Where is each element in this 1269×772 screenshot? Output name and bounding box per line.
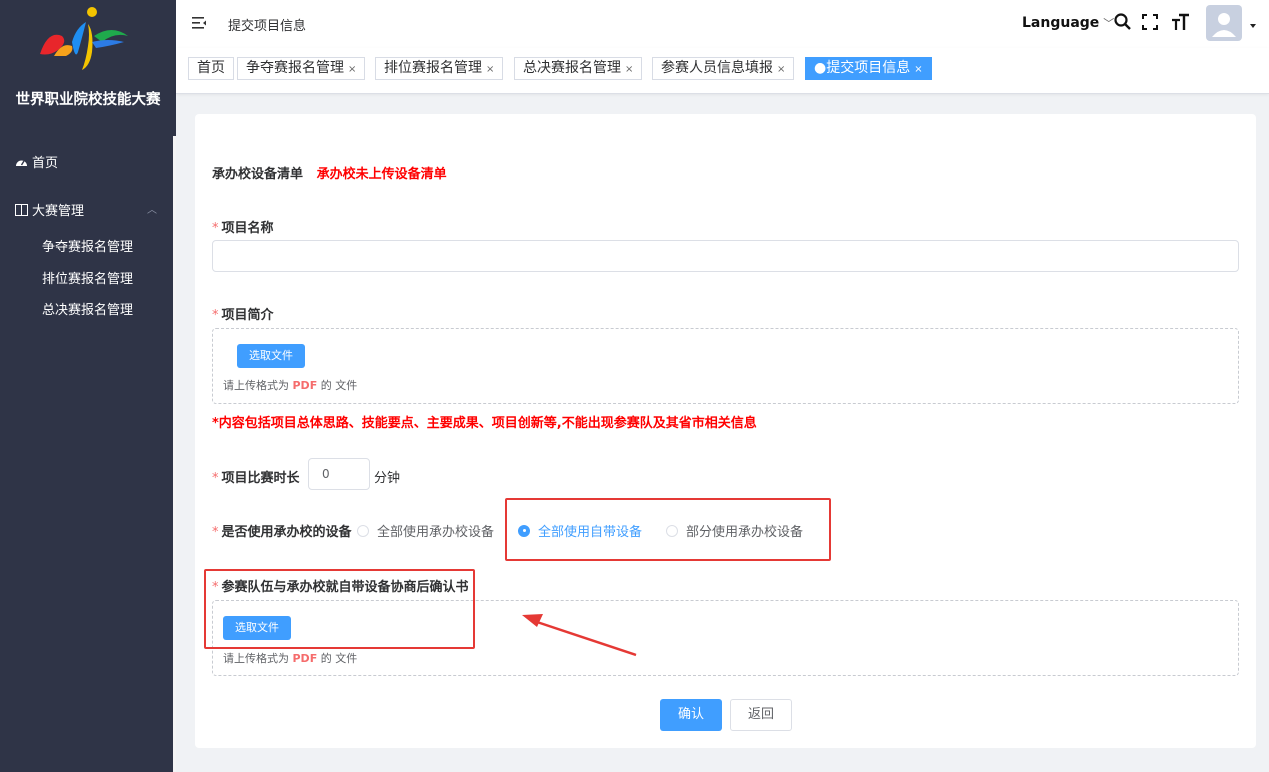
close-icon[interactable]: × — [777, 64, 785, 75]
language-label: Language — [1022, 15, 1100, 31]
equipment-list-label: 承办校设备清单 — [212, 167, 304, 182]
user-avatar-icon — [1212, 13, 1236, 37]
duration-label: * 项目比赛时长 — [212, 467, 300, 486]
worldskills-logo — [40, 7, 128, 70]
radio-all-host-equipment[interactable]: 全部使用承办校设备 — [357, 521, 494, 540]
tip-suffix: 的 文件 — [320, 652, 358, 665]
annotation-box-upload — [204, 569, 475, 649]
tags-view: 首页 争夺赛报名管理 × 排位赛报名管理 × 总决赛报名管理 × 参赛人员信息填报 × … — [176, 48, 1269, 94]
sidebar-item-ranking-signup[interactable]: 排位赛报名管理 — [42, 268, 133, 287]
sidebar-item-home-label: 首页 — [32, 156, 59, 171]
label-text: 项目简介 — [221, 308, 274, 323]
sidebar-group-competition[interactable]: 大赛管理 ︿ — [15, 200, 161, 219]
required-mark: * — [212, 221, 219, 236]
avatar[interactable] — [1206, 5, 1242, 41]
required-mark: * — [212, 308, 219, 323]
book-icon — [15, 203, 28, 216]
tip-prefix: 请上传格式为 — [223, 379, 289, 392]
tip-prefix: 请上传格式为 — [223, 652, 289, 665]
close-icon[interactable]: × — [914, 64, 922, 75]
duration-input[interactable]: 0 — [308, 458, 370, 490]
confirm-button[interactable]: 确认 — [660, 699, 722, 731]
tab-label: 首页 — [197, 60, 225, 76]
required-mark: * — [212, 525, 219, 540]
label-text: 项目名称 — [221, 221, 274, 236]
tab-label: 参赛人员信息填报 — [661, 60, 773, 76]
close-icon[interactable]: × — [486, 64, 494, 75]
tip-suffix: 的 文件 — [320, 379, 358, 392]
radio-dot — [357, 524, 369, 537]
caret-down-icon[interactable] — [1250, 24, 1256, 28]
radio-label: 全部使用承办校设备 — [377, 525, 495, 540]
sidebar-group-label: 大赛管理 — [32, 204, 85, 219]
equipment-usage-label: * 是否使用承办校的设备 — [212, 521, 352, 540]
close-icon[interactable]: × — [625, 64, 633, 75]
tip-format: PDF — [292, 379, 318, 392]
annotation-box-radio — [505, 498, 831, 561]
project-name-label: * 项目名称 — [212, 217, 274, 236]
tab-label: ●提交项目信息 — [814, 60, 911, 76]
font-size-icon[interactable] — [1170, 12, 1190, 32]
required-mark: * — [212, 471, 219, 486]
language-select[interactable]: Language ﹀ — [1022, 15, 1114, 31]
chevron-up-icon: ︿ — [147, 205, 157, 216]
tab-label: 排位赛报名管理 — [384, 60, 482, 76]
label-text: 项目比赛时长 — [221, 471, 300, 486]
dashboard-icon — [16, 160, 27, 166]
close-icon[interactable]: × — [348, 64, 356, 75]
tab-label: 争夺赛报名管理 — [246, 60, 344, 76]
tab-ranking-signup[interactable]: 排位赛报名管理 × — [375, 57, 504, 80]
tab-participant-info[interactable]: 参赛人员信息填报 × — [652, 57, 795, 80]
sidebar-item-final-signup[interactable]: 总决赛报名管理 — [42, 299, 133, 318]
form-card: 承办校设备清单 承办校未上传设备清单 * 项目名称 * 项目简介 选取文件 请上传格… — [195, 114, 1256, 748]
intro-warning: *内容包括项目总体思路、技能要点、主要成果、项目创新等,不能出现参赛队及其省市相… — [212, 416, 757, 431]
top-navbar: 提交项目信息 Language ﹀ — [176, 0, 1269, 48]
equipment-list-row: 承办校设备清单 承办校未上传设备清单 — [212, 163, 447, 182]
search-icon[interactable] — [1113, 12, 1133, 32]
sidebar-item-contest-signup[interactable]: 争夺赛报名管理 — [42, 236, 133, 255]
sidebar-edge — [173, 136, 176, 772]
project-name-input[interactable] — [212, 240, 1239, 272]
fullscreen-icon[interactable] — [1140, 12, 1160, 32]
menu-fold-icon[interactable] — [192, 16, 206, 30]
tab-contest-signup[interactable]: 争夺赛报名管理 × — [237, 57, 366, 80]
intro-choose-file-button[interactable]: 选取文件 — [237, 344, 305, 368]
intro-upload-area[interactable]: 选取文件 请上传格式为 PDF 的 文件 — [212, 328, 1239, 404]
equipment-list-note: 承办校未上传设备清单 — [316, 167, 447, 182]
back-button[interactable]: 返回 — [730, 699, 792, 731]
tab-label: 总决赛报名管理 — [523, 60, 621, 76]
duration-unit: 分钟 — [374, 471, 401, 486]
label-text: 是否使用承办校的设备 — [221, 525, 352, 540]
tab-final-signup[interactable]: 总决赛报名管理 × — [514, 57, 643, 80]
sidebar-item-home[interactable]: 首页 — [15, 152, 58, 171]
site-title: 世界职业院校技能大赛 — [15, 92, 161, 108]
tab-home[interactable]: 首页 — [188, 57, 234, 80]
intro-label: * 项目简介 — [212, 304, 274, 323]
tab-submit-project[interactable]: ●提交项目信息 × — [805, 57, 932, 80]
tip-format: PDF — [292, 652, 318, 665]
confirmation-upload-tip: 请上传格式为 PDF 的 文件 — [223, 650, 357, 666]
intro-upload-tip: 请上传格式为 PDF 的 文件 — [223, 377, 357, 393]
breadcrumb: 提交项目信息 — [228, 19, 307, 34]
sidebar: 世界职业院校技能大赛 首页 大赛管理 ︿ 争夺赛报名管理 排位赛报名管理 总决赛… — [0, 0, 176, 772]
